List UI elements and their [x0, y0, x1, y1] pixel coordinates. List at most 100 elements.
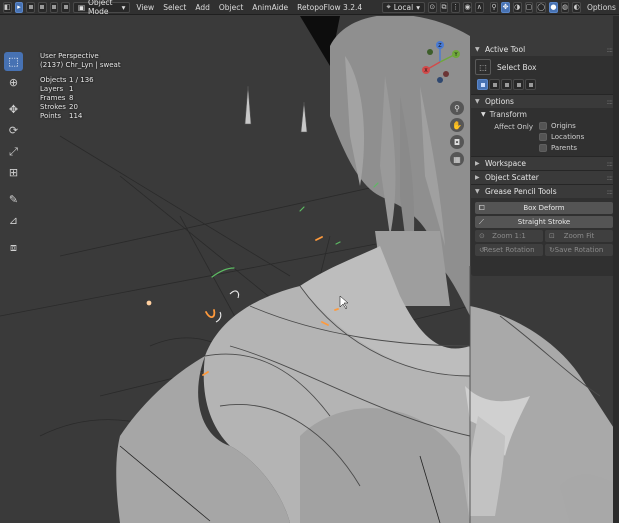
stat-label: Points	[40, 112, 62, 120]
snap-icon[interactable]: ⧉	[439, 1, 449, 13]
annotate-tool[interactable]: ✎	[4, 190, 23, 209]
checkbox-label: Parents	[551, 144, 578, 152]
affect-origins-checkbox[interactable]: Origins	[539, 122, 584, 130]
menu-retopoflow[interactable]: RetopoFlow 3.2.4	[294, 2, 365, 13]
affect-parents-checkbox[interactable]: Parents	[539, 144, 584, 152]
snap-target-icon[interactable]: ⋮	[451, 1, 461, 13]
pan-button[interactable]: ✋	[450, 118, 464, 132]
stat-label: Frames	[40, 94, 66, 102]
select-box-tool-icon[interactable]: ⬚	[475, 59, 491, 75]
gizmo-toggle-icon[interactable]: ✥	[501, 1, 510, 13]
tool-select-icon[interactable]: ▸	[14, 1, 24, 13]
overlay-icon[interactable]: ◑	[512, 1, 522, 13]
camera-view-button[interactable]: ◘	[450, 135, 464, 149]
reset-rotation-button[interactable]: ↺ Reset Rotation	[475, 244, 543, 256]
checkbox[interactable]	[539, 122, 547, 130]
menu-view[interactable]: View	[133, 2, 157, 13]
3d-viewport[interactable]: ⬚ ⊕ ✥ ⟳ ⤢ ⊞ ✎ ⊿ ⧈ User Perspective (2137…	[0, 16, 619, 523]
scale-tool[interactable]: ⤢	[4, 142, 23, 161]
pivot-icon[interactable]: ⊙	[427, 1, 437, 13]
collapsed-triangle-icon: ▶	[475, 174, 480, 181]
zoom-fit-button[interactable]: ⊡ Zoom Fit	[545, 230, 613, 242]
box-deform-icon: ⧠	[479, 203, 485, 212]
mode-dropdown[interactable]: ▣ Object Mode ▾	[72, 0, 131, 16]
shading-wireframe-icon[interactable]: ◯	[536, 1, 547, 13]
shading-rendered-icon[interactable]: ◐	[572, 1, 582, 13]
drag-grip-icon[interactable]: ::::	[607, 174, 614, 182]
drag-grip-icon[interactable]: ::::	[607, 188, 614, 196]
button-label: Straight Stroke	[517, 218, 571, 226]
menu-object[interactable]: Object	[216, 2, 246, 13]
select-box-tool[interactable]: ⬚	[4, 52, 23, 71]
transform-tool[interactable]: ⊞	[4, 163, 23, 182]
stat-label: Objects	[40, 76, 67, 84]
workspace-panel-header[interactable]: ▶ Workspace ::::	[471, 156, 617, 170]
editor-type-button[interactable]: ◧	[3, 1, 12, 13]
affect-locations-checkbox[interactable]: Locations	[539, 133, 584, 141]
button-label: Zoom 1:1	[492, 232, 526, 240]
drag-grip-icon[interactable]: ::::	[607, 46, 614, 54]
ortho-toggle-button[interactable]: ▦	[450, 152, 464, 166]
orientation-dropdown[interactable]: ⌖ Local ▾	[381, 1, 425, 13]
collapsed-triangle-icon: ▶	[475, 160, 480, 167]
select-mode-new-icon[interactable]	[26, 1, 35, 13]
zoom-1-1-button[interactable]: ⊙ Zoom 1:1	[475, 230, 543, 242]
options-menu[interactable]: Options	[584, 2, 619, 13]
checkbox[interactable]	[539, 133, 547, 141]
affect-only-label: Affect Only	[494, 123, 533, 131]
drag-grip-icon[interactable]: ::::	[607, 160, 614, 168]
button-label: Reset Rotation	[483, 246, 535, 254]
visibility-icon[interactable]: ⚲	[489, 1, 499, 13]
viewport-nav-buttons: ⚲ ✋ ◘ ▦	[450, 101, 464, 166]
stat-value: 20	[69, 103, 78, 111]
falloff-icon[interactable]: ∧	[474, 1, 484, 13]
rotate-tool[interactable]: ⟳	[4, 121, 23, 140]
checkbox-label: Locations	[551, 133, 585, 141]
save-rotation-icon: ↻	[549, 246, 555, 254]
save-rotation-button[interactable]: ↻ Save Rotation	[545, 244, 613, 256]
select-mode-intersect-icon[interactable]	[525, 79, 536, 90]
menu-add[interactable]: Add	[192, 2, 213, 13]
grease-pencil-tools-panel-header[interactable]: ▼ Grease Pencil Tools ::::	[471, 184, 617, 198]
select-mode-extend-icon[interactable]	[489, 79, 500, 90]
zoom-button[interactable]: ⚲	[450, 101, 464, 115]
zoom-fit-icon: ⊡	[549, 232, 555, 240]
stat-frames: Frames 8	[40, 94, 121, 103]
sidebar-tab-strip[interactable]	[613, 16, 619, 523]
menu-animaide[interactable]: AnimAide	[249, 2, 291, 13]
object-scatter-panel-header[interactable]: ▶ Object Scatter ::::	[471, 170, 617, 184]
menu-select[interactable]: Select	[160, 2, 189, 13]
stat-label: Strokes	[40, 103, 66, 111]
measure-tool[interactable]: ⊿	[4, 211, 23, 230]
active-tool-name: Select Box	[497, 62, 537, 72]
select-mode-subtract-icon[interactable]	[49, 1, 59, 13]
shading-solid-icon[interactable]: ●	[549, 1, 558, 13]
select-mode-extend-icon[interactable]	[37, 1, 47, 13]
select-mode-difference-icon[interactable]	[513, 79, 524, 90]
panel-title: Object Scatter	[485, 173, 539, 182]
button-label: Box Deform	[523, 204, 565, 212]
xray-icon[interactable]: ▢	[524, 1, 534, 13]
add-cube-tool[interactable]: ⧈	[4, 238, 23, 257]
select-mode-invert-icon[interactable]	[61, 1, 70, 13]
expand-triangle-icon: ▼	[475, 188, 480, 195]
shading-material-icon[interactable]: ◍	[560, 1, 570, 13]
transform-subpanel-header[interactable]: ▼ Transform	[471, 108, 617, 120]
select-mode-set-icon[interactable]	[477, 79, 488, 90]
button-label: Save Rotation	[554, 246, 604, 254]
stat-value: 1	[69, 85, 74, 93]
move-tool[interactable]: ✥	[4, 100, 23, 119]
checkbox[interactable]	[539, 144, 547, 152]
expand-triangle-icon: ▼	[475, 98, 480, 105]
cursor-tool[interactable]: ⊕	[4, 73, 23, 92]
viewport-info: User Perspective (2137) Chr_Lyn | sweat …	[40, 52, 121, 121]
straight-stroke-button[interactable]: ⟋ Straight Stroke	[475, 216, 613, 228]
drag-grip-icon[interactable]: ::::	[607, 98, 614, 106]
active-tool-panel-header[interactable]: ▼ Active Tool ::::	[471, 43, 617, 56]
proportional-edit-icon[interactable]: ◉	[463, 1, 472, 13]
navigation-gizmo[interactable]: Z Y X	[418, 40, 462, 84]
options-panel-header[interactable]: ▼ Options ::::	[471, 94, 617, 108]
stat-layers: Layers 1	[40, 85, 121, 94]
box-deform-button[interactable]: ⧠ Box Deform	[475, 202, 613, 214]
select-mode-subtract-icon[interactable]	[501, 79, 512, 90]
